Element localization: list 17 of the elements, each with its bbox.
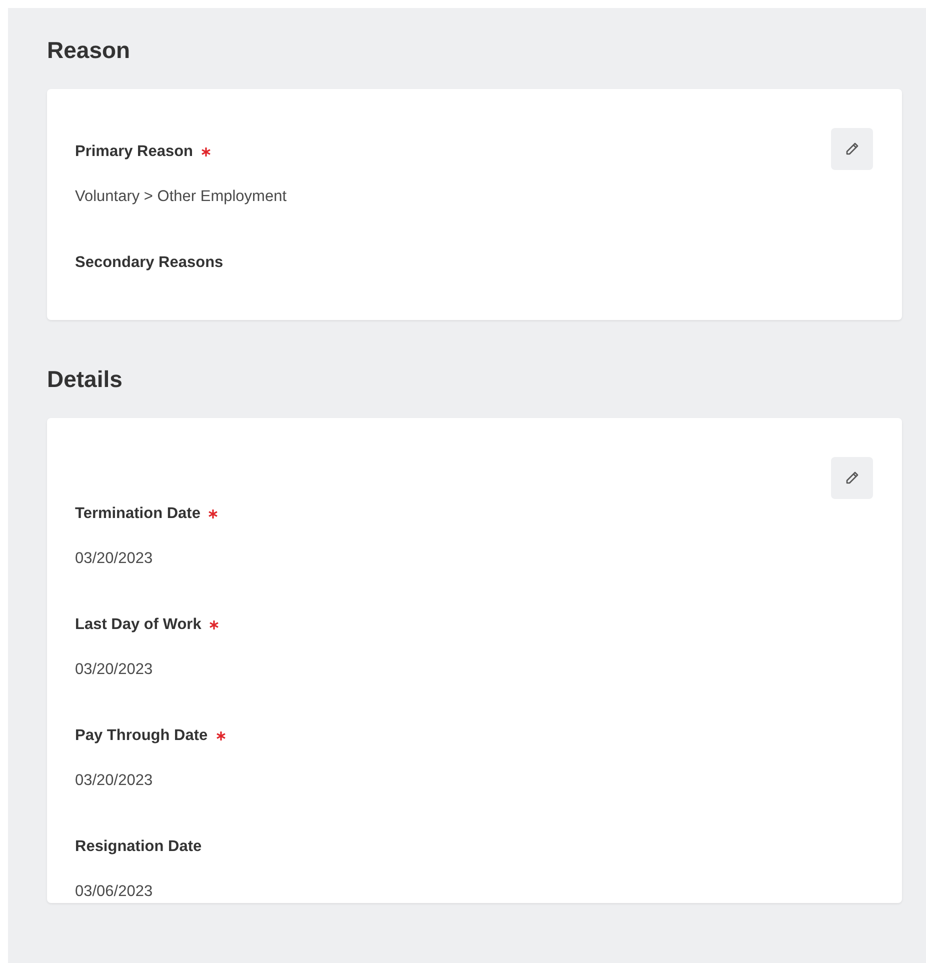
pencil-icon <box>844 141 860 157</box>
field-label: Resignation Date <box>75 837 202 857</box>
field-label: Pay Through Date <box>75 726 208 746</box>
pencil-icon <box>844 470 860 486</box>
field-label: Termination Date <box>75 504 200 524</box>
edit-button[interactable] <box>831 457 873 499</box>
field-label: Primary Reason <box>75 142 194 162</box>
section-heading: Reason <box>47 36 132 65</box>
section-heading: Details <box>47 365 124 394</box>
field-label: Secondary Reasons <box>75 253 224 273</box>
field-value: 03/20/2023 <box>75 660 154 680</box>
edit-button[interactable] <box>831 128 873 170</box>
field-value: 03/20/2023 <box>75 549 154 569</box>
field-value: 03/20/2023 <box>75 771 154 791</box>
field-value: Voluntary > Other Employment <box>75 187 288 207</box>
field-value: 03/06/2023 <box>75 882 154 902</box>
field-label: Last Day of Work <box>75 615 202 635</box>
